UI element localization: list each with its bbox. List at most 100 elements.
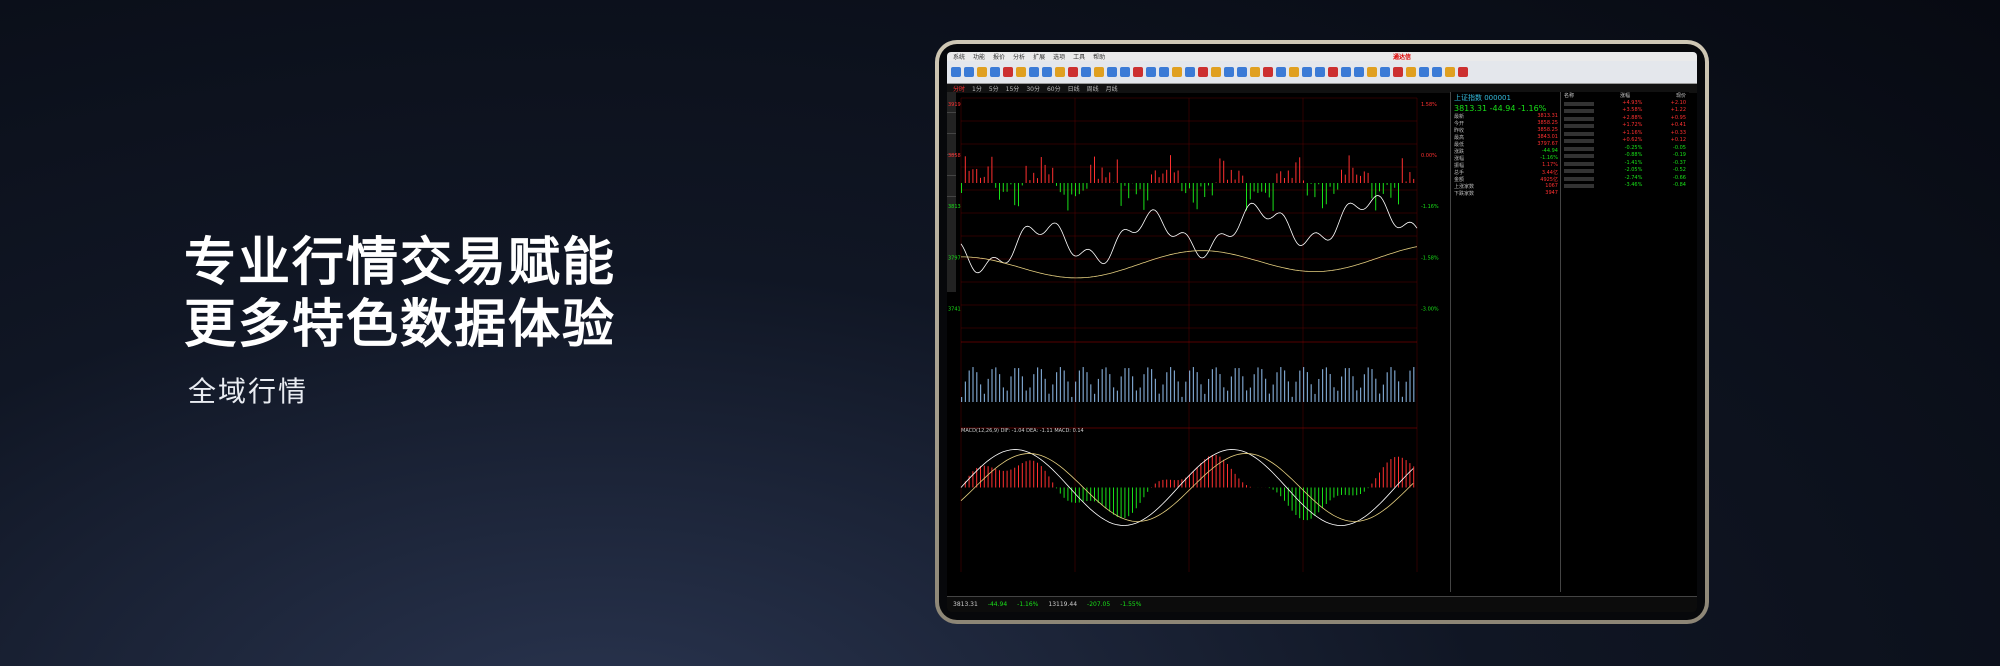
toolbar-icon[interactable] bbox=[1302, 67, 1312, 77]
toolbar-icon[interactable] bbox=[977, 67, 987, 77]
toolbar-icon[interactable] bbox=[1146, 67, 1156, 77]
toolbar-icon[interactable] bbox=[1055, 67, 1065, 77]
volume-bar bbox=[1356, 390, 1358, 402]
macd-bar bbox=[1097, 487, 1099, 503]
volume-bar bbox=[1002, 387, 1004, 402]
toolbar-icon[interactable] bbox=[1120, 67, 1130, 77]
volume-bar bbox=[1348, 368, 1350, 402]
volume-bar bbox=[1094, 393, 1096, 402]
list-row[interactable]: -2.05% -0.52 bbox=[1561, 167, 1689, 175]
breadth-bar bbox=[980, 177, 981, 183]
toolbar-icon[interactable] bbox=[951, 67, 961, 77]
toolbar-icon[interactable] bbox=[1328, 67, 1338, 77]
toolbar-icon[interactable] bbox=[1458, 67, 1468, 77]
toolbar-icon[interactable] bbox=[1029, 67, 1039, 77]
toolbar-icon[interactable] bbox=[1406, 67, 1416, 77]
toolbar-icon[interactable] bbox=[1198, 67, 1208, 77]
volume-bar bbox=[1090, 384, 1092, 402]
toolbar-icon[interactable] bbox=[1419, 67, 1429, 77]
breadth-bar bbox=[976, 168, 978, 183]
volume-bar bbox=[1181, 396, 1183, 402]
breadth-bar bbox=[1409, 172, 1411, 183]
list-row[interactable]: -1.41% -0.37 bbox=[1561, 160, 1689, 168]
menu-item[interactable]: 系统 bbox=[953, 52, 965, 61]
macd-bar bbox=[987, 466, 989, 488]
toolbar-icon[interactable] bbox=[1263, 67, 1273, 77]
toolbar-icon[interactable] bbox=[1393, 67, 1403, 77]
toolbar-icon[interactable] bbox=[1107, 67, 1117, 77]
list-row[interactable]: +2.88% +0.95 bbox=[1561, 115, 1689, 123]
volume-bar bbox=[987, 378, 989, 402]
macd-bar bbox=[1284, 487, 1285, 501]
menu-item[interactable]: 选项 bbox=[1053, 52, 1065, 61]
stock-list-panel[interactable]: 名称 涨幅 现价 +4.93% +2.10 +3.58% +1.22 +2.88% +0.… bbox=[1560, 92, 1689, 592]
toolbar-icon[interactable] bbox=[1367, 67, 1377, 77]
toolbar-icon[interactable] bbox=[1081, 67, 1091, 77]
breadth-bar bbox=[1360, 175, 1361, 183]
menu-item[interactable]: 帮助 bbox=[1093, 52, 1105, 61]
toolbar-icon[interactable] bbox=[1250, 67, 1260, 77]
list-row[interactable]: +4.93% +2.10 bbox=[1561, 100, 1689, 108]
toolbar-icon[interactable] bbox=[990, 67, 1000, 77]
toolbar-icon[interactable] bbox=[1003, 67, 1013, 77]
breadth-bar bbox=[1059, 183, 1061, 193]
toolbar-icon[interactable] bbox=[1133, 67, 1143, 77]
breadth-bar bbox=[1033, 172, 1035, 183]
toolbar-icon[interactable] bbox=[1276, 67, 1286, 77]
volume-bar bbox=[1333, 387, 1335, 402]
macd-bar bbox=[1037, 462, 1038, 488]
toolbar-icon[interactable] bbox=[964, 67, 974, 77]
toolbar-icon[interactable] bbox=[1224, 67, 1234, 77]
breadth-bar bbox=[1299, 157, 1301, 183]
toolbar-icon[interactable] bbox=[1341, 67, 1351, 77]
volume-bar bbox=[1268, 393, 1270, 402]
menu-item[interactable]: 功能 bbox=[973, 52, 985, 61]
macd-bar bbox=[1200, 463, 1202, 488]
volume-bar bbox=[1371, 369, 1373, 402]
list-row[interactable]: +0.62% +0.12 bbox=[1561, 137, 1689, 145]
volume-bar bbox=[1303, 367, 1305, 402]
toolbar-icon[interactable] bbox=[1094, 67, 1104, 77]
intraday-chart-panel[interactable]: MACD(12,26,9) DIF: -1.04 DEA: -1.11 MACD… bbox=[947, 92, 1450, 592]
list-row[interactable]: -3.46% -0.84 bbox=[1561, 182, 1689, 190]
toolbar-icon[interactable] bbox=[1315, 67, 1325, 77]
volume-bar bbox=[1227, 390, 1229, 402]
list-row[interactable]: -0.25% -0.05 bbox=[1561, 145, 1689, 153]
list-row[interactable]: +1.72% +0.41 bbox=[1561, 122, 1689, 130]
breadth-bar bbox=[1318, 183, 1320, 185]
toolbar-icon[interactable] bbox=[1445, 67, 1455, 77]
list-row[interactable]: +1.16% +0.33 bbox=[1561, 130, 1689, 138]
quote-row: 今开 3858.25 bbox=[1451, 120, 1561, 127]
list-row[interactable]: +3.58% +1.22 bbox=[1561, 107, 1689, 115]
menu-item[interactable]: 扩展 bbox=[1033, 52, 1045, 61]
toolbar-icon[interactable] bbox=[1211, 67, 1221, 77]
list-pct: -2.74% bbox=[1624, 174, 1643, 181]
toolbar-icon[interactable] bbox=[1016, 67, 1026, 77]
quote-row-value: 3843.01 bbox=[1537, 134, 1558, 140]
toolbar-icon[interactable] bbox=[1432, 67, 1442, 77]
toolbar-icon[interactable] bbox=[1185, 67, 1195, 77]
toolbar-icon[interactable] bbox=[1172, 67, 1182, 77]
toolbar-icon[interactable] bbox=[1068, 67, 1078, 77]
list-row[interactable]: -2.74% -0.66 bbox=[1561, 175, 1689, 183]
breadth-bar bbox=[1044, 164, 1046, 183]
toolbar-icon[interactable] bbox=[1380, 67, 1390, 77]
toolbar-icon[interactable] bbox=[1042, 67, 1052, 77]
volume-bar bbox=[1173, 370, 1175, 402]
menu-item[interactable]: 报价 bbox=[993, 52, 1005, 61]
volume-bar bbox=[1390, 367, 1392, 402]
breadth-bar bbox=[1405, 181, 1407, 183]
menu-item[interactable]: 工具 bbox=[1073, 52, 1085, 61]
volume-bar bbox=[1185, 381, 1187, 402]
toolbar-icon[interactable] bbox=[1159, 67, 1169, 77]
toolbar-icon[interactable] bbox=[1354, 67, 1364, 77]
list-row[interactable]: -0.88% -0.19 bbox=[1561, 152, 1689, 160]
macd-bar bbox=[1234, 473, 1236, 488]
volume-bar bbox=[1166, 372, 1168, 402]
menu-item[interactable]: 分析 bbox=[1013, 52, 1025, 61]
list-change: +0.12 bbox=[1670, 137, 1686, 143]
toolbar-icon[interactable] bbox=[1289, 67, 1299, 77]
toolbar-icon[interactable] bbox=[1237, 67, 1247, 77]
macd-bar bbox=[1166, 479, 1168, 488]
intraday-chart[interactable]: MACD(12,26,9) DIF: -1.04 DEA: -1.11 MACD… bbox=[947, 92, 1450, 592]
